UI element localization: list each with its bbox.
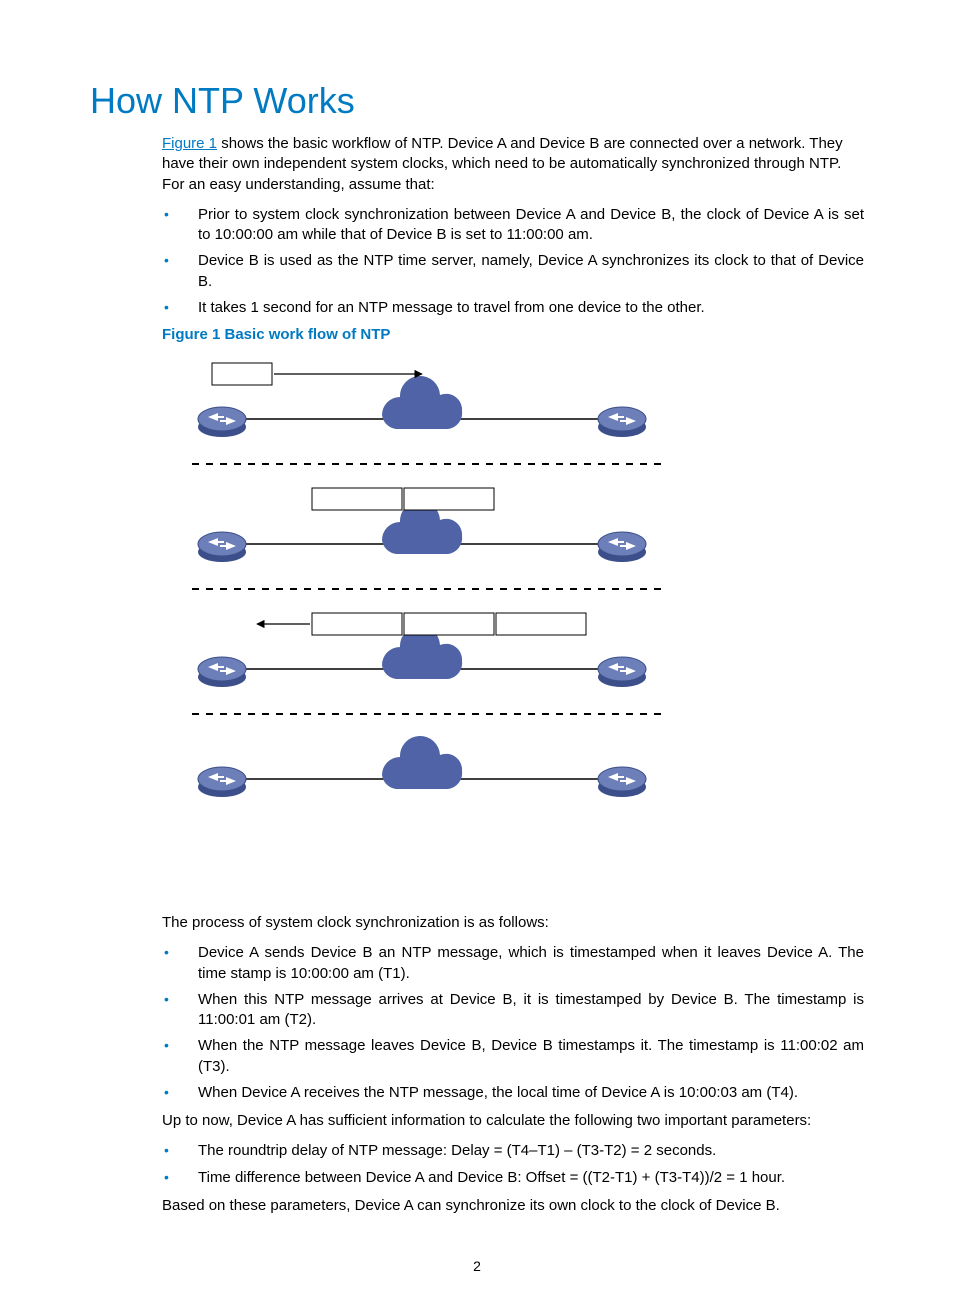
figure-caption: Figure 1 Basic work flow of NTP [162,326,864,343]
page-number: 2 [0,1258,954,1274]
list-item: When Device A receives the NTP message, … [162,1083,864,1103]
intro-rest: shows the basic workflow of NTP. Device … [162,135,843,193]
list-item: The roundtrip delay of NTP message: Dela… [162,1141,864,1161]
figure-1-link[interactable]: Figure 1 [162,135,217,152]
list-item: When this NTP message arrives at Device … [162,990,864,1031]
intro-paragraph: Figure 1 shows the basic workflow of NTP… [162,134,864,195]
list-item: Prior to system clock synchronization be… [162,205,864,246]
figure-1-diagram [162,349,864,883]
ntp-workflow-svg [162,349,682,879]
list-item: Time difference between Device A and Dev… [162,1168,864,1188]
list-item: Device A sends Device B an NTP message, … [162,943,864,984]
params-lead: Up to now, Device A has sufficient infor… [162,1111,864,1131]
list-item: When the NTP message leaves Device B, De… [162,1036,864,1077]
list-item: Device B is used as the NTP time server,… [162,251,864,292]
params-list: The roundtrip delay of NTP message: Dela… [162,1141,864,1188]
process-list: Device A sends Device B an NTP message, … [162,943,864,1103]
body: Figure 1 shows the basic workflow of NTP… [162,134,864,1216]
assumption-list: Prior to system clock synchronization be… [162,205,864,318]
page: How NTP Works Figure 1 shows the basic w… [0,0,954,1294]
page-title: How NTP Works [90,80,864,122]
closing-paragraph: Based on these parameters, Device A can … [162,1196,864,1216]
process-lead: The process of system clock synchronizat… [162,913,864,933]
list-item: It takes 1 second for an NTP message to … [162,298,864,318]
